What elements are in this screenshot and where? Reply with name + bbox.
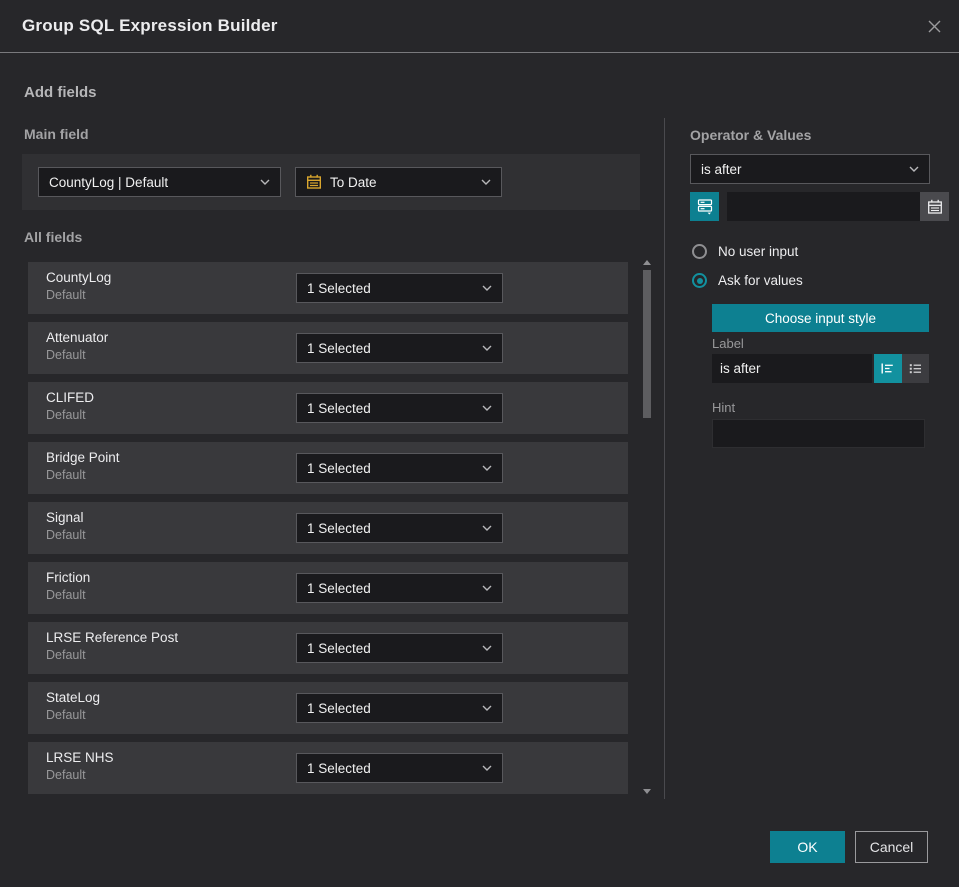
main-field-panel: CountyLog | Default To Date — [22, 154, 640, 210]
hint-caption: Hint — [712, 400, 736, 415]
chevron-down-icon — [482, 585, 492, 591]
field-values-dropdown-value: 1 Selected — [307, 700, 371, 716]
field-row-lrse-reference-post: LRSE Reference Post Default 1 Selected — [28, 622, 628, 674]
field-values-dropdown[interactable]: 1 Selected — [296, 273, 503, 303]
chevron-down-icon — [482, 645, 492, 651]
date-type-dropdown-value: To Date — [330, 174, 377, 190]
main-field-dropdown-value: CountyLog | Default — [49, 174, 169, 190]
radio-no-user-input[interactable]: No user input — [692, 244, 798, 259]
choose-input-style-button[interactable]: Choose input style — [712, 304, 929, 332]
calendar-icon — [307, 174, 322, 189]
operator-dropdown[interactable]: is after — [690, 154, 930, 184]
field-row-signal: Signal Default 1 Selected — [28, 502, 628, 554]
cancel-button[interactable]: Cancel — [855, 831, 928, 863]
scrollbar-thumb[interactable] — [643, 270, 651, 418]
main-field-heading: Main field — [24, 126, 89, 142]
field-row-countylog: CountyLog Default 1 Selected — [28, 262, 628, 314]
field-values-dropdown-value: 1 Selected — [307, 640, 371, 656]
field-values-dropdown-value: 1 Selected — [307, 280, 371, 296]
ok-button[interactable]: OK — [770, 831, 845, 863]
multiple-values-button[interactable] — [690, 192, 719, 221]
add-fields-heading: Add fields — [24, 84, 97, 101]
radio-ask-for-values[interactable]: Ask for values — [692, 273, 803, 288]
radio-no-user-input-label: No user input — [718, 244, 799, 259]
field-values-dropdown-value: 1 Selected — [307, 340, 371, 356]
field-values-dropdown[interactable]: 1 Selected — [296, 753, 503, 783]
value-input-row — [690, 192, 949, 221]
scroll-down-icon[interactable] — [643, 789, 651, 794]
all-fields-heading: All fields — [24, 229, 83, 245]
field-row-friction: Friction Default 1 Selected — [28, 562, 628, 614]
label-input[interactable] — [712, 354, 872, 383]
field-values-dropdown[interactable]: 1 Selected — [296, 453, 503, 483]
date-type-dropdown[interactable]: To Date — [295, 167, 502, 197]
chevron-down-icon — [482, 345, 492, 351]
field-row-attenuator: Attenuator Default 1 Selected — [28, 322, 628, 374]
list-style-icon — [909, 364, 921, 374]
field-values-dropdown[interactable]: 1 Selected — [296, 393, 503, 423]
field-values-dropdown-value: 1 Selected — [307, 520, 371, 536]
multiple-values-icon — [697, 199, 712, 215]
panel-divider — [664, 118, 665, 799]
radio-icon — [692, 244, 707, 259]
single-value-style-button[interactable] — [874, 354, 902, 383]
chevron-down-icon — [260, 179, 270, 185]
all-fields-list: CountyLog Default 1 Selected Attenuator … — [28, 262, 628, 802]
field-values-dropdown[interactable]: 1 Selected — [296, 573, 503, 603]
field-row-lrse-nhs: LRSE NHS Default 1 Selected — [28, 742, 628, 794]
titlebar: Group SQL Expression Builder — [0, 0, 959, 52]
titlebar-divider — [0, 52, 959, 53]
value-input[interactable] — [727, 192, 920, 221]
chevron-down-icon — [482, 705, 492, 711]
scroll-up-icon[interactable] — [643, 260, 651, 265]
chevron-down-icon — [482, 465, 492, 471]
field-values-dropdown-value: 1 Selected — [307, 760, 371, 776]
label-row — [712, 354, 929, 383]
field-row-clifed: CLIFED Default 1 Selected — [28, 382, 628, 434]
chevron-down-icon — [481, 179, 491, 185]
radio-checked-icon — [692, 273, 707, 288]
operator-values-panel: Operator & Values is after No user input… — [690, 121, 949, 681]
field-values-dropdown-value: 1 Selected — [307, 580, 371, 596]
label-caption: Label — [712, 336, 744, 351]
main-field-dropdown[interactable]: CountyLog | Default — [38, 167, 281, 197]
close-button[interactable] — [922, 14, 946, 38]
date-picker-button[interactable] — [920, 192, 949, 221]
field-values-dropdown[interactable]: 1 Selected — [296, 333, 503, 363]
chevron-down-icon — [482, 525, 492, 531]
field-row-statelog: StateLog Default 1 Selected — [28, 682, 628, 734]
field-values-dropdown-value: 1 Selected — [307, 460, 371, 476]
list-style-button[interactable] — [901, 354, 929, 383]
field-values-dropdown[interactable]: 1 Selected — [296, 513, 503, 543]
field-values-dropdown[interactable]: 1 Selected — [296, 693, 503, 723]
group-sql-expression-builder-dialog: Group SQL Expression Builder Add fields … — [0, 0, 959, 887]
close-icon — [928, 20, 940, 32]
field-values-dropdown[interactable]: 1 Selected — [296, 633, 503, 663]
hint-input[interactable] — [712, 419, 925, 448]
list-scrollbar[interactable] — [642, 258, 652, 796]
field-values-dropdown-value: 1 Selected — [307, 400, 371, 416]
operator-values-heading: Operator & Values — [690, 127, 812, 143]
calendar-icon — [927, 199, 942, 214]
chevron-down-icon — [909, 166, 919, 172]
field-row-bridge-point: Bridge Point Default 1 Selected — [28, 442, 628, 494]
dialog-title: Group SQL Expression Builder — [22, 16, 278, 35]
operator-dropdown-value: is after — [701, 161, 742, 177]
single-value-style-icon — [881, 363, 894, 374]
chevron-down-icon — [482, 285, 492, 291]
radio-ask-for-values-label: Ask for values — [718, 273, 803, 288]
chevron-down-icon — [482, 765, 492, 771]
chevron-down-icon — [482, 405, 492, 411]
